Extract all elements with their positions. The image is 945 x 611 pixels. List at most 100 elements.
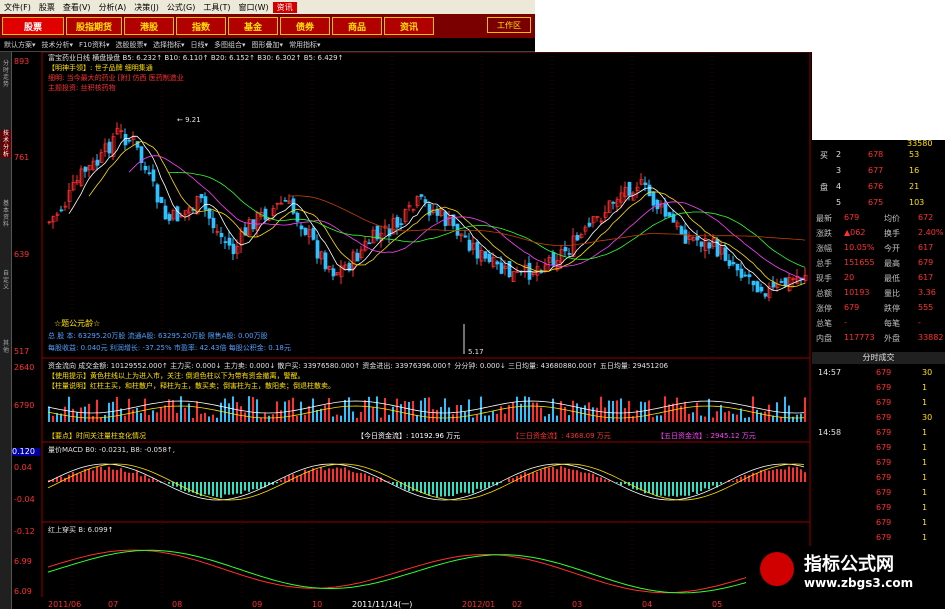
toolbar-button[interactable]: F10资料▾ xyxy=(79,40,109,50)
quote-value: 672 xyxy=(918,213,933,222)
tick-vol: 1 xyxy=(922,473,927,482)
category-tab[interactable]: 基金 xyxy=(228,17,278,35)
stats-line1: 总 股 本: 63295.20万股 流通A股: 63295.20万股 限售A股:… xyxy=(48,332,268,340)
tick-vol: 1 xyxy=(922,428,927,437)
tick-price: 679 xyxy=(876,458,891,467)
candle xyxy=(296,213,299,221)
left-tab[interactable]: 其他 xyxy=(1,340,11,354)
fund-bar xyxy=(220,403,222,422)
left-tab[interactable]: 自定义 xyxy=(1,270,11,291)
fund-bar xyxy=(704,417,706,422)
toolbar-button[interactable]: 多图组合▾ xyxy=(214,40,246,50)
macd-bar xyxy=(468,482,470,494)
chart-svg: 893761639517264067900.04-0.04-0.126.996.… xyxy=(12,52,812,609)
macd-bar xyxy=(688,482,690,496)
macd-bar xyxy=(340,468,342,482)
macd-bar xyxy=(704,482,706,488)
candle xyxy=(736,264,739,270)
candle xyxy=(396,217,399,227)
category-tab[interactable]: 资讯 xyxy=(384,17,434,35)
macd-bar xyxy=(564,468,566,482)
macd-bar xyxy=(132,473,134,482)
fund-bar xyxy=(500,406,502,422)
category-tab[interactable]: 债券 xyxy=(280,17,330,35)
candle xyxy=(156,185,159,202)
fund-bar xyxy=(668,404,670,422)
left-tab[interactable]: 分时走势 xyxy=(1,60,11,88)
ticks-header[interactable]: 分时成交 xyxy=(812,352,945,364)
macd-bar xyxy=(456,482,458,494)
category-tab[interactable]: 商品 xyxy=(332,17,382,35)
menu-item[interactable]: 文件(F) xyxy=(0,2,35,13)
toolbar-button[interactable]: 技术分析▾ xyxy=(42,40,74,50)
order-price: 676 xyxy=(868,182,883,191)
macd-bar xyxy=(304,470,306,482)
menu-item[interactable]: 工具(T) xyxy=(199,2,234,13)
fund-bar xyxy=(404,401,406,422)
macd-bar xyxy=(232,482,234,494)
fund-axis-label: 6790 xyxy=(14,401,34,410)
fund-bar xyxy=(308,406,310,422)
menu-item[interactable]: 资讯 xyxy=(273,2,297,13)
tick-price: 679 xyxy=(876,503,891,512)
menu-item[interactable]: 窗口(W) xyxy=(234,2,272,13)
ma-line xyxy=(289,196,805,246)
category-tab[interactable]: 指数 xyxy=(176,17,226,35)
candle xyxy=(312,228,315,239)
fund-bar xyxy=(624,408,626,422)
fund-bar xyxy=(148,415,150,422)
left-tab[interactable]: 基本资料 xyxy=(1,200,11,228)
category-tab[interactable]: 港股 xyxy=(124,17,174,35)
fund-bar xyxy=(292,398,294,422)
menu-item[interactable]: 公式(G) xyxy=(163,2,199,13)
fund-bar xyxy=(104,415,106,422)
category-tab[interactable]: 股票 xyxy=(2,17,64,35)
toolbar-button[interactable]: 默认方案▾ xyxy=(4,40,36,50)
toolbar-button[interactable]: 日线▾ xyxy=(191,40,209,50)
watermark-title: 指标公式网 xyxy=(804,550,894,576)
quote-label: 总额 xyxy=(816,288,832,299)
fund-bar xyxy=(628,401,630,422)
candle xyxy=(332,269,335,276)
macd-axis-label: 0.04 xyxy=(14,463,32,472)
workarea-button[interactable]: 工作区 xyxy=(487,17,531,33)
macd-bar xyxy=(228,482,230,495)
candle xyxy=(252,220,255,229)
candle xyxy=(668,213,671,217)
fund-bar xyxy=(548,414,550,422)
order-price: 678 xyxy=(868,150,883,159)
menu-item[interactable]: 查看(V) xyxy=(59,2,95,13)
macd-bar xyxy=(480,482,482,490)
watermark: 指标公式网 www.zbgs3.com xyxy=(746,546,945,609)
menu-item[interactable]: 股票 xyxy=(35,2,59,13)
category-tab[interactable]: 股指期货 xyxy=(66,17,122,35)
candle xyxy=(612,202,615,203)
macd-bar xyxy=(256,482,258,489)
candle xyxy=(160,197,163,202)
fund-bar xyxy=(600,397,602,422)
candle xyxy=(228,238,231,245)
macd-bar xyxy=(608,481,610,483)
fund-bar xyxy=(160,407,162,422)
toolbar-button[interactable]: 选股股票▾ xyxy=(115,40,147,50)
left-tab[interactable]: 技术分析 xyxy=(1,130,11,158)
toolbar-button[interactable]: 图形叠加▾ xyxy=(252,40,284,50)
tick-row: 6791 xyxy=(814,398,942,409)
candle xyxy=(420,195,423,197)
candle xyxy=(564,247,567,251)
low-marker: 5.17 xyxy=(468,348,484,356)
macd-bar xyxy=(152,479,154,482)
macd-bar xyxy=(100,467,102,482)
macd-bar xyxy=(580,472,582,482)
quote-row: 现手20最低617 xyxy=(814,273,942,284)
menu-item[interactable]: 决策(J) xyxy=(130,2,163,13)
toolbar-button[interactable]: 选择指标▾ xyxy=(153,40,185,50)
toolbar-button[interactable]: 常用指标▾ xyxy=(289,40,321,50)
price-axis-label: 761 xyxy=(14,153,29,162)
quote-label: 涨停 xyxy=(816,303,832,314)
candle xyxy=(656,200,659,209)
macd-bar xyxy=(128,473,130,482)
menu-item[interactable]: 分析(A) xyxy=(95,2,131,13)
fund-bar xyxy=(648,400,650,422)
fund-bar xyxy=(176,413,178,422)
